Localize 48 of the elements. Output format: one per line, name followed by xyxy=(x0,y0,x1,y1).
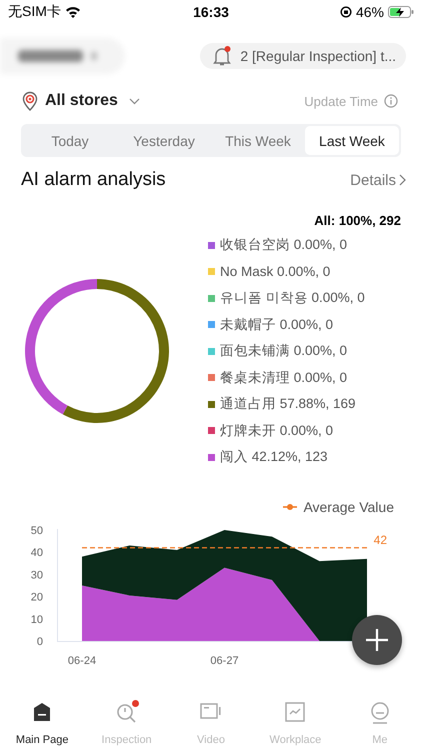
search-icon xyxy=(116,702,138,724)
y-axis-label: 10 xyxy=(30,613,43,626)
legend-label: 유니폼 미착용 0.00%, 0 xyxy=(220,289,365,308)
average-value-label: 42 xyxy=(374,532,387,546)
chevron-down-icon xyxy=(128,98,140,104)
legend-label: 餐桌未清理 0.00%, 0 xyxy=(220,368,348,387)
period-tab[interactable]: Yesterday xyxy=(117,126,211,155)
nav-tab[interactable]: Main Page xyxy=(0,698,84,746)
line-chart-icon xyxy=(285,702,306,722)
info-icon xyxy=(384,94,398,108)
legend-label: 未戴帽子 0.00%, 0 xyxy=(220,316,334,334)
clock-time: 16:33 xyxy=(193,4,229,20)
battery-charging-icon xyxy=(388,6,414,18)
y-axis-label: 20 xyxy=(30,591,43,604)
y-axis-label: 50 xyxy=(30,524,43,536)
legend-label: 面包未铺满 0.00%, 0 xyxy=(220,342,348,360)
legend-label: 收银台空岗 0.00%, 0 xyxy=(220,236,348,254)
legend-label: 通道占用 57.88%, 169 xyxy=(220,395,356,414)
store-selector[interactable]: All stores xyxy=(22,91,140,111)
home-icon xyxy=(32,702,52,722)
notification-button[interactable]: 2 [Regular Inspection] t... xyxy=(200,43,406,69)
add-button[interactable] xyxy=(352,614,402,664)
x-axis-label: 06-24 xyxy=(68,654,96,666)
legend-label: Average Value xyxy=(303,498,394,514)
update-time-button[interactable]: Update Time xyxy=(304,94,398,108)
rotation-lock-icon xyxy=(340,6,352,18)
total-count: All: 100%, 292 xyxy=(313,213,402,228)
wifi-icon xyxy=(64,6,81,18)
battery-percent: 46% xyxy=(356,4,384,20)
carrier-text: 无SIM卡 xyxy=(8,3,61,21)
legend-label: No Mask 0.00%, 0 xyxy=(220,264,330,280)
legend-label: 闯入 42.12%, 123 xyxy=(220,448,328,466)
details-link[interactable]: Details xyxy=(350,172,406,188)
period-tab[interactable]: Last Week xyxy=(305,126,399,155)
location-pin-icon xyxy=(22,91,38,111)
period-tab[interactable]: This Week xyxy=(211,126,305,155)
y-axis-label: 40 xyxy=(30,546,43,559)
average-line-icon xyxy=(283,502,298,510)
plus-icon xyxy=(366,628,388,650)
x-axis-label: 06-27 xyxy=(210,654,239,666)
bell-icon xyxy=(212,45,232,67)
legend-label: 灯牌未开 0.00%, 0 xyxy=(220,422,334,440)
video-camera-icon xyxy=(200,702,222,720)
chevron-right-icon xyxy=(399,174,406,186)
y-axis-label: 0 xyxy=(36,636,43,648)
section-title: AI alarm analysis xyxy=(21,169,166,191)
period-tab[interactable]: Today xyxy=(23,126,117,155)
y-axis-label: 30 xyxy=(30,568,43,581)
